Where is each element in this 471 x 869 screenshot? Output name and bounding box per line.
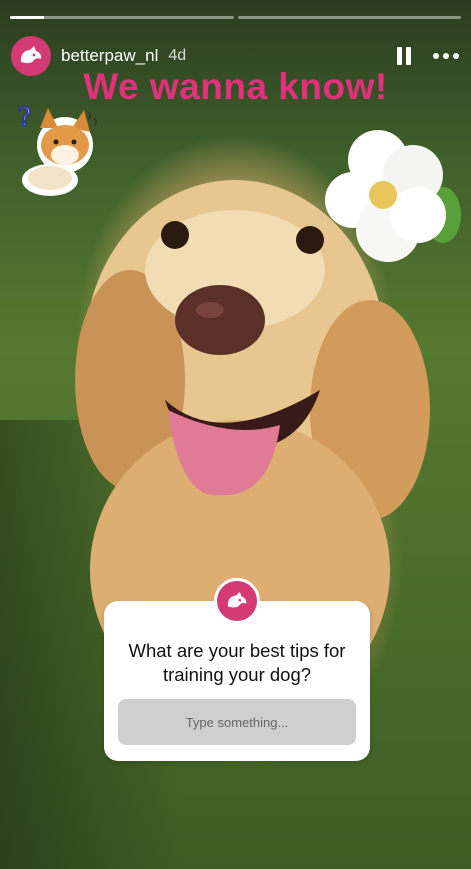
pause-icon[interactable]	[397, 47, 411, 65]
answer-input[interactable]: Type something...	[118, 699, 356, 745]
story-viewer[interactable]: ? betterpaw_nl 4d We wanna know! What ar…	[0, 0, 471, 869]
more-options-icon[interactable]	[433, 53, 459, 59]
question-prompt: What are your best tips for training you…	[128, 640, 346, 685]
white-flower-image	[325, 130, 461, 262]
account-username[interactable]: betterpaw_nl	[61, 46, 158, 66]
story-age: 4d	[168, 47, 187, 64]
question-sticker[interactable]: What are your best tips for training you…	[104, 601, 370, 761]
story-headline: We wanna know!	[83, 66, 388, 107]
progress-segment	[237, 16, 461, 19]
question-sticker-avatar	[214, 578, 260, 624]
story-progress-bar	[10, 16, 461, 19]
progress-segment	[10, 16, 234, 19]
corgi-sticker[interactable]: ?	[10, 100, 102, 198]
